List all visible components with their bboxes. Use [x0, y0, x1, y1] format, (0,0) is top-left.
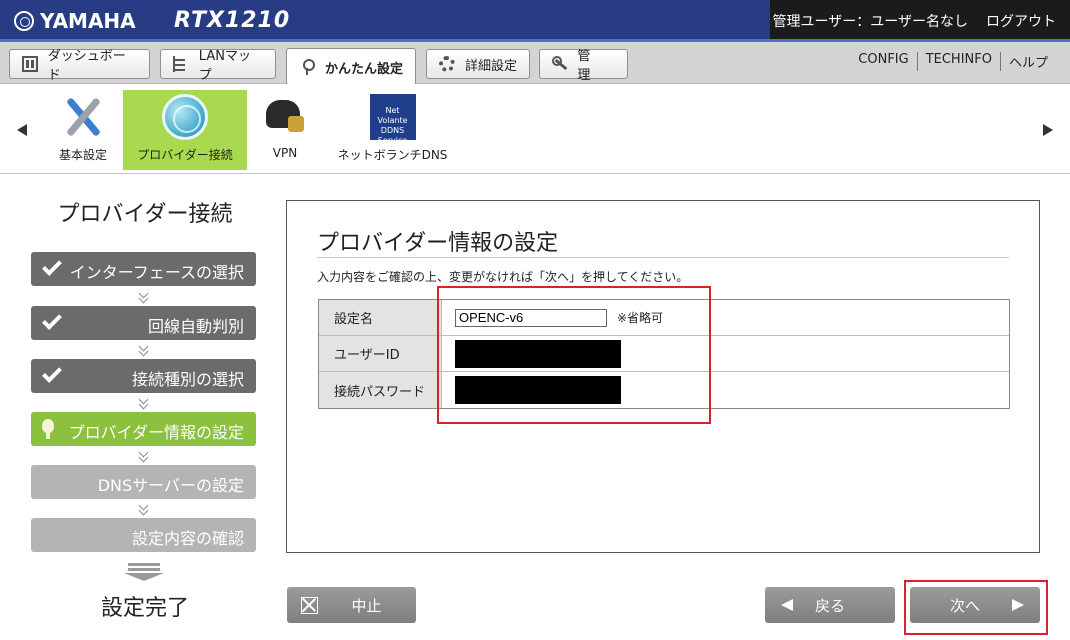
user-label: 管理ユーザー：ユーザー名なし	[772, 14, 968, 30]
button-label: 中止	[351, 596, 382, 615]
step-confirm: 設定内容の確認	[31, 518, 256, 552]
tab-label: ダッシュボード	[47, 49, 126, 83]
cancel-button[interactable]: 中止	[287, 587, 416, 623]
tab-management[interactable]: 管 理	[539, 49, 628, 83]
instruction-text: 入力内容をご確認の上、変更がなければ「次へ」を押してください。	[317, 270, 689, 284]
tab-easy-setup[interactable]: かんたん設定	[286, 48, 416, 85]
chevron-down-icon	[138, 398, 150, 410]
globe-icon	[162, 94, 208, 140]
gear-icon	[439, 56, 455, 72]
title-divider	[317, 257, 1009, 258]
icon-item-provider-connection[interactable]: プロバイダー接続	[123, 90, 247, 170]
setup-icon-strip: 基本設定 プロバイダー接続 VPN Net Volante DDNS Servi…	[0, 84, 1070, 174]
step-dns-server: DNSサーバーの設定	[31, 465, 256, 499]
checkmark-icon	[42, 310, 62, 330]
brand-name: YAMAHA	[40, 9, 136, 33]
tab-dashboard[interactable]: ダッシュボード	[9, 49, 150, 83]
tab-lan-map[interactable]: LANマップ	[160, 49, 276, 83]
tab-label: LANマップ	[198, 49, 251, 83]
help-link[interactable]: ヘルプ	[999, 52, 1056, 71]
chevron-down-icon	[138, 345, 150, 357]
step-line-detection: 回線自動判別	[31, 306, 256, 340]
page-title: プロバイダー情報の設定	[317, 231, 559, 256]
icon-item-label: ネットボランチDNS	[337, 148, 448, 162]
icon-item-basic-settings[interactable]: 基本設定	[44, 90, 122, 170]
top-links: CONFIG TECHINFO ヘルプ	[850, 52, 1056, 71]
highlight-box-form	[437, 286, 711, 424]
step-interface-selection: インターフェースの選択	[31, 252, 256, 286]
checkmark-icon	[42, 256, 62, 276]
vpn-lock-icon	[262, 94, 308, 140]
chevron-down-icon	[138, 451, 150, 463]
chevron-down-icon	[138, 504, 150, 516]
step-label: DNSサーバーの設定	[97, 476, 244, 495]
lan-map-icon	[173, 56, 189, 72]
icon-item-netvolante-dns[interactable]: Net Volante DDNS Service ネットボランチDNS	[325, 90, 460, 170]
app-header: YAMAHA RTX1210 管理ユーザー：ユーザー名なし ログアウト	[0, 0, 1070, 42]
model-name: RTX1210	[174, 8, 291, 33]
tab-label: 詳細設定	[465, 58, 518, 74]
chevron-down-icon	[138, 292, 150, 304]
tuning-fork-logo-icon	[14, 11, 34, 31]
wizard-title: プロバイダー接続	[57, 202, 233, 227]
highlight-box-next	[904, 580, 1048, 635]
lightbulb-icon	[42, 419, 54, 439]
wrench-icon	[552, 56, 567, 72]
step-label: 回線自動判別	[147, 317, 244, 336]
field-label: 接続パスワード	[319, 372, 442, 408]
techinfo-link[interactable]: TECHINFO	[916, 52, 1000, 71]
step-connection-type: 接続種別の選択	[31, 359, 256, 393]
finish-label: 設定完了	[100, 596, 189, 621]
finish-arrow-icon	[124, 563, 164, 581]
checkmark-icon	[42, 363, 62, 383]
step-provider-info: プロバイダー情報の設定	[31, 412, 256, 446]
main-tab-bar: ダッシュボード LANマップ かんたん設定 詳細設定 管 理 CONFIG TE…	[0, 42, 1070, 85]
icon-item-label: VPN	[272, 146, 298, 160]
icon-item-label: 基本設定	[58, 148, 107, 162]
icon-item-label: プロバイダー接続	[137, 148, 233, 162]
field-label: ユーザーID	[319, 336, 442, 371]
tools-icon	[60, 94, 106, 140]
close-box-icon	[301, 597, 318, 614]
ddns-icon: Net Volante DDNS Service	[369, 94, 416, 145]
dashboard-icon	[22, 56, 38, 72]
config-link[interactable]: CONFIG	[850, 52, 916, 71]
step-label: インターフェースの選択	[69, 263, 244, 282]
scroll-right-arrow-icon[interactable]	[1043, 124, 1053, 136]
tab-advanced-settings[interactable]: 詳細設定	[426, 49, 530, 79]
field-label: 設定名	[319, 300, 442, 335]
user-bar: 管理ユーザー：ユーザー名なし ログアウト	[770, 0, 1070, 42]
scroll-left-arrow-icon[interactable]	[17, 124, 27, 136]
button-label: 戻る	[814, 596, 845, 615]
step-label: 設定内容の確認	[131, 529, 244, 548]
pin-icon	[299, 59, 315, 75]
step-label: 接続種別の選択	[131, 370, 244, 389]
brand-logo: YAMAHA	[14, 9, 136, 33]
step-label: プロバイダー情報の設定	[68, 423, 244, 442]
back-button[interactable]: 戻る	[765, 587, 895, 623]
icon-item-vpn[interactable]: VPN	[255, 90, 315, 170]
tab-label: かんたん設定	[325, 61, 404, 77]
tab-label: 管 理	[577, 49, 604, 83]
logout-link[interactable]: ログアウト	[986, 11, 1056, 31]
